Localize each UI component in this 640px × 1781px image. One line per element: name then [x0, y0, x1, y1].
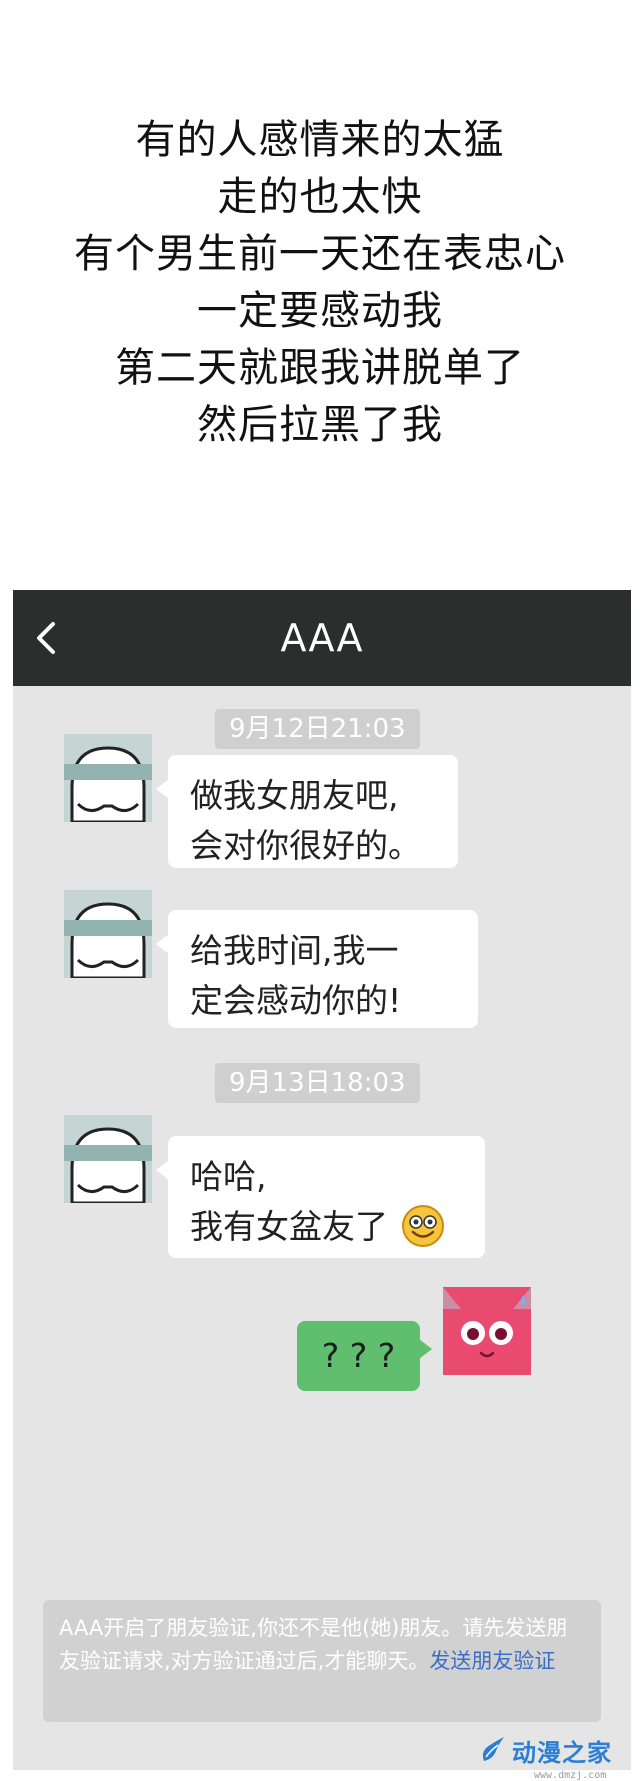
chat-screen: AAA 9月12日21:03 做我女朋友吧, 会对你很好的。 给我时间,我一 定…: [13, 590, 631, 1770]
caption: 有的人感情来的太猛 走的也太快 有个男生前一天还在表忠心 一定要感动我 第二天就…: [0, 112, 640, 454]
message-text: 哈哈,: [190, 1157, 267, 1196]
back-button[interactable]: [27, 614, 67, 662]
own-message-bubble[interactable]: ? ? ?: [297, 1321, 432, 1391]
message-text: ? ? ?: [321, 1336, 396, 1375]
smiley-face-icon: [401, 1205, 444, 1247]
caption-line: 有个男生前一天还在表忠心: [74, 231, 566, 277]
contact-avatar[interactable]: [64, 1115, 152, 1203]
caption-line: 第二天就跟我讲脱单了: [115, 345, 525, 391]
brush-logo-icon: [482, 1737, 504, 1761]
contact-avatar[interactable]: [64, 734, 152, 822]
timestamp: 9月13日18:03: [215, 1063, 420, 1103]
masked-avatar-icon: [64, 890, 152, 978]
watermark-text: 动漫之家: [512, 1738, 612, 1767]
caption-line: 有的人感情来的太猛: [135, 117, 505, 163]
own-avatar[interactable]: [443, 1287, 531, 1375]
message-text: 给我时间,我一: [190, 931, 399, 970]
chat-title: AAA: [280, 616, 364, 660]
pink-cat-avatar-icon: [443, 1287, 531, 1375]
send-verification-link[interactable]: 发送朋友验证: [429, 1649, 555, 1673]
message-text: 定会感动你的!: [190, 981, 402, 1020]
caption-line: 走的也太快: [217, 174, 423, 220]
watermark-url: www.dmzj.com: [534, 1770, 607, 1781]
masked-avatar-icon: [64, 1115, 152, 1203]
contact-avatar[interactable]: [64, 890, 152, 978]
masked-avatar-icon: [64, 734, 152, 822]
message-text: 做我女朋友吧,: [190, 776, 399, 815]
caption-line: 然后拉黑了我: [197, 402, 443, 448]
friend-verification-notice: AAA开启了朋友验证,你还不是他(她)朋友。请先发送朋友验证请求,对方验证通过后…: [43, 1600, 601, 1722]
message-text: 会对你很好的。: [190, 826, 421, 865]
site-watermark: 动漫之家 www.dmzj.com: [478, 1730, 612, 1781]
message-bubble[interactable]: 哈哈, 我有女盆友了: [156, 1136, 485, 1258]
timestamp: 9月12日21:03: [215, 709, 420, 749]
message-bubble[interactable]: 给我时间,我一 定会感动你的!: [156, 910, 478, 1028]
message-bubble[interactable]: 做我女朋友吧, 会对你很好的。: [156, 755, 458, 868]
chat-header: AAA: [13, 590, 631, 686]
chevron-left-icon: [37, 622, 55, 654]
message-text: 我有女盆友了: [190, 1207, 388, 1246]
caption-line: 一定要感动我: [197, 288, 443, 334]
